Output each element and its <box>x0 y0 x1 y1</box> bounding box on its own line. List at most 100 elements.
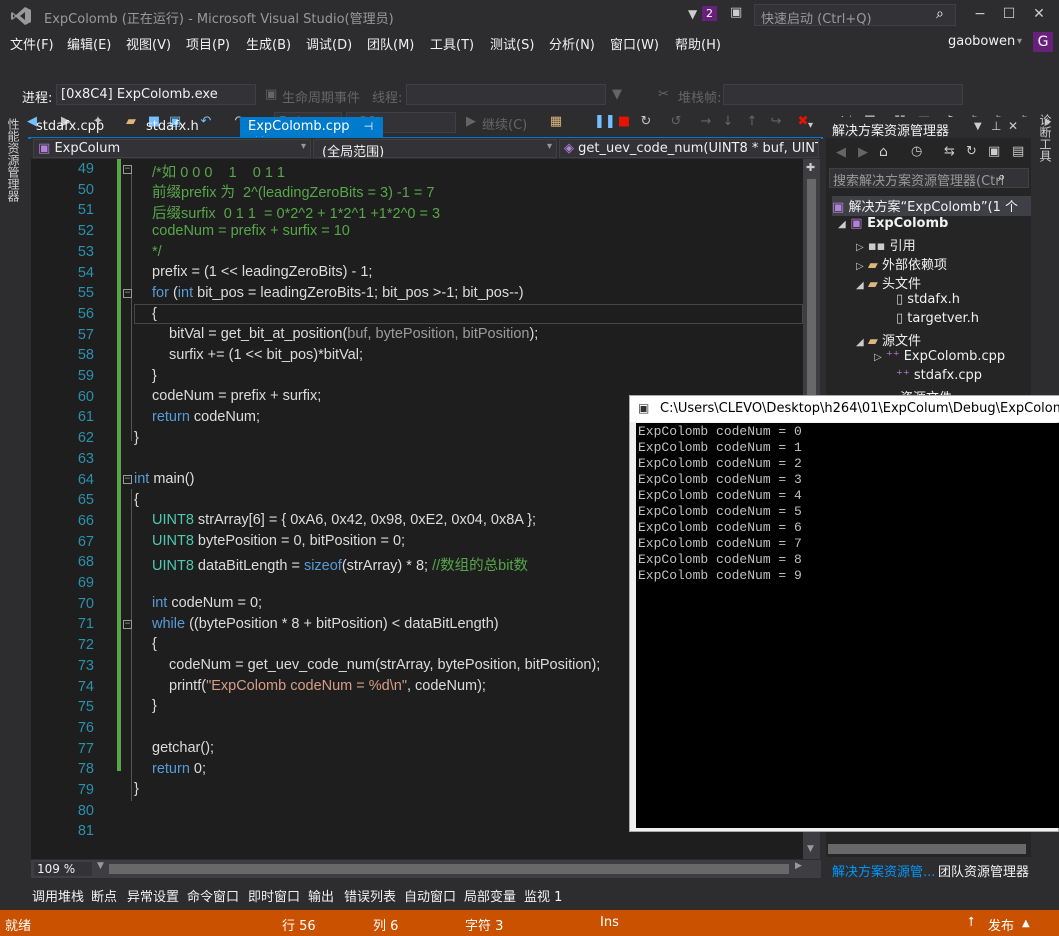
tab-stdafx-h[interactable]: stdafx.h <box>138 117 207 138</box>
thread-dropdown[interactable] <box>406 84 606 105</box>
tab-immediate-window[interactable]: 即时窗口 <box>248 886 300 905</box>
function-dropdown[interactable]: ◈ get_uev_code_num(UINT8 * buf, UINT8 <box>559 139 819 158</box>
console-title-bar[interactable]: ▣ C:\Users\CLEVO\Desktop\h264\01\ExpColu… <box>630 396 1059 422</box>
sync-icon[interactable]: ⇆ <box>944 144 955 159</box>
se-horizontal-scroll-thumb[interactable] <box>828 844 1026 854</box>
tab-watch-1[interactable]: 监视 1 <box>524 886 562 905</box>
search-icon[interactable]: ⌕ <box>998 170 1005 185</box>
split-icon[interactable]: ✚ <box>806 161 815 174</box>
menu-team[interactable]: 团队(M) <box>367 34 414 53</box>
home-icon[interactable]: ⌂ <box>879 144 888 160</box>
process-dropdown[interactable]: [0x8C4] ExpColomb.exe <box>56 84 256 105</box>
code-line-62: } <box>134 430 139 446</box>
tab-locals[interactable]: 局部变量 <box>464 886 516 905</box>
zoom-dropdown[interactable]: 109 % <box>33 861 93 877</box>
project-dropdown[interactable]: ▣ ExpColum ▾ <box>33 139 311 158</box>
menu-file[interactable]: 文件(F) <box>10 34 54 53</box>
menu-debug[interactable]: 调试(D) <box>306 34 352 53</box>
search-icon[interactable]: ⌕ <box>936 6 944 22</box>
tab-error-list[interactable]: 错误列表 <box>344 886 396 905</box>
quick-launch-input[interactable]: 快速启动 (Ctrl+Q) <box>754 4 956 27</box>
tab-expcolomb-cpp[interactable]: ExpColomb.cpp ⊣ ✕ <box>240 117 383 149</box>
pending-changes-icon[interactable]: ◷ <box>911 144 922 159</box>
solution-node[interactable]: ▣ 解决方案“ExpColomb”(1 个 <box>832 196 1031 216</box>
avatar[interactable]: G <box>1033 32 1053 52</box>
fold-toggle[interactable]: − <box>123 289 132 298</box>
lifecycle-icon[interactable]: ▣ <box>265 87 277 102</box>
source-files-node[interactable]: ◢ ▰ 源文件 <box>856 330 921 349</box>
menu-project[interactable]: 项目(P) <box>186 34 230 53</box>
menu-test[interactable]: 测试(S) <box>490 34 534 53</box>
menu-view[interactable]: 视图(V) <box>126 34 171 53</box>
line-number: 52 <box>77 223 94 240</box>
close-icon[interactable]: ✕ <box>1008 119 1018 133</box>
chevron-down-icon[interactable]: ▼ <box>974 121 982 132</box>
tab-overflow-icon[interactable]: ▾ <box>808 120 813 131</box>
code-line-58: surfix += (1 << bit_pos)*bitVal; <box>169 347 363 363</box>
tab-stdafx-cpp[interactable]: stdafx.cpp <box>28 117 112 138</box>
performance-explorer-tab[interactable]: 性能资源管理器 <box>5 118 22 202</box>
file-expcolomb-cpp[interactable]: ▷ ⁺⁺ ExpColomb.cpp <box>874 349 1005 364</box>
external-deps-node[interactable]: ▷ ▰ 外部依赖项 <box>856 254 947 273</box>
forward-icon[interactable]: ▶ <box>858 145 868 160</box>
stack-frame-dropdown[interactable] <box>723 84 963 105</box>
tab-command-window[interactable]: 命令窗口 <box>187 886 239 905</box>
console-window[interactable]: ▣ C:\Users\CLEVO\Desktop\h264\01\ExpColu… <box>629 395 1059 832</box>
show-all-files-icon[interactable]: ▤ <box>1012 144 1024 159</box>
console-output[interactable]: ExpColomb codeNum = 0 ExpColomb codeNum =… <box>636 423 1059 828</box>
stack-frame-icon[interactable]: ✂ <box>658 87 669 102</box>
menu-help[interactable]: 帮助(H) <box>675 34 721 53</box>
code-line-72: { <box>152 636 157 652</box>
maximize-button[interactable]: ☐ <box>994 4 1024 26</box>
line-number: 73 <box>77 657 94 674</box>
back-icon[interactable]: ◀ <box>836 145 846 160</box>
user-name[interactable]: gaobowen <box>948 34 1015 49</box>
refresh-icon[interactable]: ↻ <box>966 144 977 159</box>
filter-icon[interactable]: ▼ <box>688 7 700 21</box>
menu-analyze[interactable]: 分析(N) <box>549 34 595 53</box>
menu-edit[interactable]: 编辑(E) <box>67 34 111 53</box>
notification-count-badge[interactable]: 2 <box>702 6 717 21</box>
tab-autos[interactable]: 自动窗口 <box>404 886 456 905</box>
fold-toggle[interactable]: − <box>123 165 132 174</box>
pin-icon[interactable]: ⊥ <box>991 119 1001 133</box>
file-stdafx-cpp[interactable]: ⁺⁺ stdafx.cpp <box>896 368 982 383</box>
fold-toggle[interactable]: − <box>123 620 132 629</box>
pin-icon[interactable]: ⊣ <box>364 120 374 133</box>
chevron-up-icon[interactable]: ▲ <box>1022 918 1030 929</box>
fold-toggle[interactable]: − <box>123 475 132 484</box>
header-files-node[interactable]: ◢ ▰ 头文件 <box>856 273 921 292</box>
chevron-down-icon[interactable]: ▼ <box>97 861 104 871</box>
minimize-button[interactable]: − <box>965 4 995 26</box>
solution-label: 解决方案“ExpColomb”(1 个 <box>848 200 1019 215</box>
close-button[interactable]: ✕ <box>1024 4 1054 26</box>
tab-call-stack[interactable]: 调用堆栈 <box>32 886 84 905</box>
scroll-down-icon[interactable]: ▼ <box>807 844 814 854</box>
feedback-icon[interactable]: ▣ <box>730 5 742 20</box>
status-col: 列 6 <box>373 919 399 934</box>
status-char: 字符 3 <box>465 919 504 934</box>
file-stdafx-h[interactable]: ▯ stdafx.h <box>896 292 960 307</box>
tab-team-explorer[interactable]: 团队资源管理器 <box>938 861 1029 880</box>
tab-output[interactable]: 输出 <box>308 886 334 905</box>
collapse-all-icon[interactable]: ▣ <box>988 144 1000 159</box>
publish-button[interactable]: 发布 <box>988 915 1014 934</box>
line-number: 59 <box>77 368 94 384</box>
scope-dropdown[interactable]: (全局范围) ▾ <box>313 139 557 158</box>
tab-exception-settings[interactable]: 异常设置 <box>127 886 179 905</box>
tab-solution-explorer[interactable]: 解决方案资源管... <box>832 861 935 880</box>
file-targetver-h[interactable]: ▯ targetver.h <box>896 311 979 326</box>
horizontal-scroll-thumb[interactable] <box>109 864 789 874</box>
references-node[interactable]: ▷ ▪▪ 引用 <box>856 235 916 254</box>
chevron-down-icon[interactable]: ▾ <box>1017 36 1022 47</box>
menu-tools[interactable]: 工具(T) <box>430 34 474 53</box>
diagnostic-tools-tab[interactable]: 诊断工具 <box>1037 114 1054 162</box>
project-node[interactable]: ◢ ▣ ExpColomb <box>838 216 948 231</box>
menu-window[interactable]: 窗口(W) <box>610 34 659 53</box>
thread-filter-icon[interactable]: ▼ <box>612 87 622 102</box>
lifecycle-events-button[interactable]: 生命周期事件 <box>282 87 360 106</box>
scroll-right-icon[interactable]: ▶ <box>795 861 802 871</box>
menu-build[interactable]: 生成(B) <box>246 34 291 53</box>
publish-arrow-icon[interactable]: ⭡ <box>968 915 974 930</box>
tab-breakpoints[interactable]: 断点 <box>91 886 117 905</box>
